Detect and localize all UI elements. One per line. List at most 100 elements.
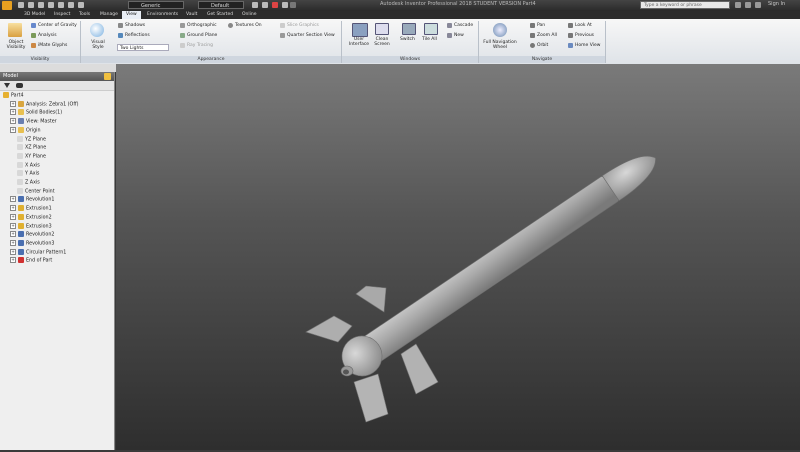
open-icon[interactable] <box>28 2 34 8</box>
browser-node[interactable]: XZ Plane <box>17 144 46 152</box>
expand-toggle-icon[interactable]: + <box>10 231 16 238</box>
clean-screen-icon[interactable] <box>375 23 389 35</box>
expand-toggle-icon[interactable]: + <box>10 118 16 125</box>
expand-toggle-icon[interactable]: + <box>10 239 16 246</box>
tab-environments[interactable]: Environments <box>143 11 182 19</box>
switch-button[interactable]: Switch <box>400 37 415 42</box>
browser-node[interactable]: Z Axis <box>17 179 40 187</box>
measure-icon[interactable] <box>272 2 278 8</box>
material-dropdown[interactable]: Generic <box>128 1 184 9</box>
appearance-dropdown[interactable]: Default <box>198 1 244 9</box>
tile-all-button[interactable]: Tile All <box>422 37 437 42</box>
clear-override-icon[interactable] <box>252 2 258 8</box>
tab-inspect[interactable]: Inspect <box>50 11 74 19</box>
adjust-icon[interactable] <box>262 2 268 8</box>
search-icon[interactable] <box>735 2 741 8</box>
reflections-button[interactable]: Reflections <box>125 33 150 38</box>
new-icon[interactable] <box>18 2 24 8</box>
expand-toggle-icon[interactable]: + <box>10 205 16 212</box>
properties-icon[interactable] <box>282 2 288 8</box>
navigation-wheel-icon[interactable] <box>493 23 507 37</box>
slice-graphics-button[interactable]: Slice Graphics <box>287 23 319 28</box>
shadows-button[interactable]: Shadows <box>125 23 145 28</box>
expand-toggle-icon[interactable]: + <box>10 100 16 107</box>
ray-tracing-button[interactable]: Ray Tracing <box>187 43 213 48</box>
redo-icon[interactable] <box>58 2 64 8</box>
browser-node[interactable]: + Solid Bodies(1) <box>10 109 62 117</box>
textures-on-button[interactable]: Textures On <box>235 23 262 28</box>
save-icon[interactable] <box>38 2 44 8</box>
expand-toggle-icon[interactable]: + <box>10 213 16 220</box>
cascade-button[interactable]: Cascade <box>454 23 473 28</box>
browser-node[interactable]: + Revolution3 <box>10 239 54 248</box>
home-icon[interactable] <box>68 2 74 8</box>
object-visibility-icon[interactable] <box>8 23 22 37</box>
app-store-icon[interactable] <box>745 2 751 8</box>
object-visibility-button[interactable]: Object Visibility <box>4 40 28 50</box>
user-interface-icon[interactable] <box>352 23 368 37</box>
select-icon[interactable] <box>78 2 84 8</box>
browser-node[interactable]: + Extrusion1 <box>10 205 52 213</box>
pan-button[interactable]: Pan <box>537 23 545 28</box>
browser-node[interactable]: Part4 <box>3 92 24 100</box>
user-icon[interactable] <box>755 2 761 8</box>
user-interface-button[interactable]: User Interface <box>347 37 371 47</box>
tab-online[interactable]: Online <box>238 11 261 19</box>
visual-style-button[interactable]: Visual Style <box>86 40 110 50</box>
browser-node[interactable]: + View: Master <box>10 118 57 126</box>
find-icon[interactable] <box>16 83 23 88</box>
tab-3d-model[interactable]: 3D Model <box>20 11 49 19</box>
visual-style-icon[interactable] <box>90 23 104 37</box>
look-at-button[interactable]: Look At <box>575 23 592 28</box>
browser-node[interactable]: Y Axis <box>17 170 39 178</box>
browser-node[interactable]: YZ Plane <box>17 135 46 144</box>
tab-tools[interactable]: Tools <box>75 11 94 19</box>
expand-toggle-icon[interactable]: + <box>10 196 16 203</box>
orthographic-button[interactable]: Orthographic <box>187 23 217 28</box>
browser-node[interactable]: XY Plane <box>17 152 46 161</box>
center-of-gravity-button[interactable]: Center of Gravity <box>38 23 77 28</box>
search-input[interactable]: Type a keyword or phrase <box>640 1 730 9</box>
expand-toggle-icon[interactable]: + <box>10 109 16 116</box>
quarter-section-button[interactable]: Quarter Section View <box>287 33 335 38</box>
tab-vault[interactable]: Vault <box>182 11 201 19</box>
full-navigation-wheel-button[interactable]: Full Navigation Wheel <box>482 40 518 50</box>
clean-screen-button[interactable]: Clean Screen <box>372 37 392 47</box>
filter-icon[interactable] <box>4 83 10 88</box>
browser-node[interactable]: + Revolution2 <box>10 231 54 239</box>
browser-node[interactable]: X Axis <box>17 161 40 170</box>
browser-node[interactable]: + Revolution1 <box>10 196 54 204</box>
browser-node[interactable]: + Extrusion3 <box>10 222 52 231</box>
tile-all-icon[interactable] <box>424 23 438 35</box>
inventor-logo-icon[interactable] <box>2 1 12 10</box>
customize-icon[interactable] <box>290 2 296 8</box>
home-view-button[interactable]: Home View <box>575 43 600 48</box>
imate-glyphs-button[interactable]: iMate Glyphs <box>38 43 67 48</box>
ground-plane-button[interactable]: Ground Plane <box>187 33 217 38</box>
lighting-dropdown[interactable]: Two Lights <box>117 44 169 51</box>
tab-get-started[interactable]: Get Started <box>203 11 237 19</box>
zoom-all-button[interactable]: Zoom All <box>537 33 557 38</box>
tab-view[interactable]: View <box>122 11 141 19</box>
switch-icon[interactable] <box>402 23 416 35</box>
tab-manage[interactable]: Manage <box>96 11 122 19</box>
sign-in-link[interactable]: Sign In <box>768 1 785 7</box>
expand-toggle-icon[interactable]: + <box>10 222 16 229</box>
browser-node[interactable]: + Circular Pattern1 <box>10 248 66 257</box>
browser-node[interactable]: Center Point <box>17 187 55 196</box>
analysis-button[interactable]: Analysis <box>38 33 57 38</box>
graphics-viewport[interactable] <box>116 64 800 450</box>
expand-toggle-icon[interactable]: + <box>10 257 16 264</box>
expand-toggle-icon[interactable]: + <box>10 248 16 255</box>
browser-node[interactable]: + Extrusion2 <box>10 213 52 222</box>
rocket-model[interactable] <box>116 64 800 450</box>
undo-icon[interactable] <box>48 2 54 8</box>
orbit-button[interactable]: Orbit <box>537 43 548 48</box>
browser-node[interactable]: + Analysis: Zebra1 (Off) <box>10 100 79 109</box>
browser-node[interactable]: + Origin <box>10 126 41 135</box>
previous-view-button[interactable]: Previous <box>575 33 594 38</box>
expand-toggle-icon[interactable]: + <box>10 126 16 133</box>
help-icon[interactable] <box>104 73 111 80</box>
browser-node[interactable]: + End of Part <box>10 257 52 265</box>
new-window-button[interactable]: New <box>454 33 464 38</box>
